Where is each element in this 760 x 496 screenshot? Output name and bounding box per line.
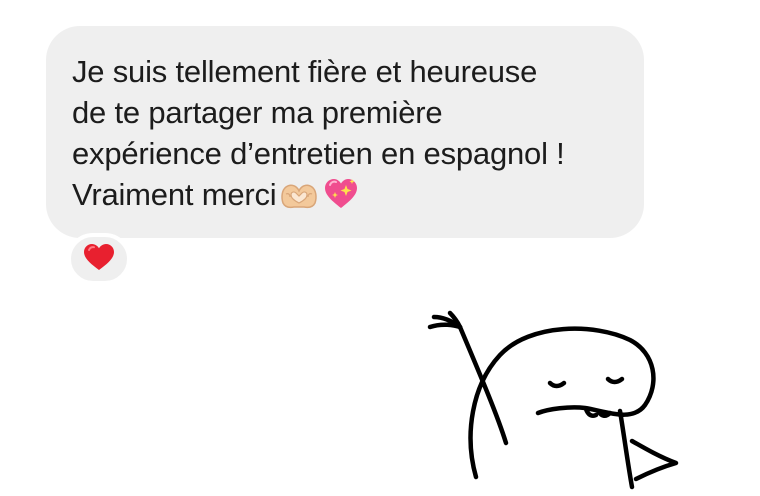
message-line-3: expérience d’entretien en espagnol ! <box>72 136 565 171</box>
red-heart-icon <box>83 243 115 276</box>
message-bubble[interactable]: Je suis tellement fière et heureuse de t… <box>46 26 644 238</box>
message-line-4-text: Vraiment merci <box>72 177 277 212</box>
sparkling-heart-emoji-icon <box>322 177 360 211</box>
message-line-2: de te partager ma première <box>72 95 443 130</box>
message-line-4: Vraiment merci <box>72 174 626 215</box>
waving-blob-doodle <box>420 305 690 496</box>
message-line-1: Je suis tellement fière et heureuse <box>72 54 538 89</box>
reaction-badge[interactable] <box>67 233 131 285</box>
heart-hands-emoji-icon <box>280 181 318 211</box>
